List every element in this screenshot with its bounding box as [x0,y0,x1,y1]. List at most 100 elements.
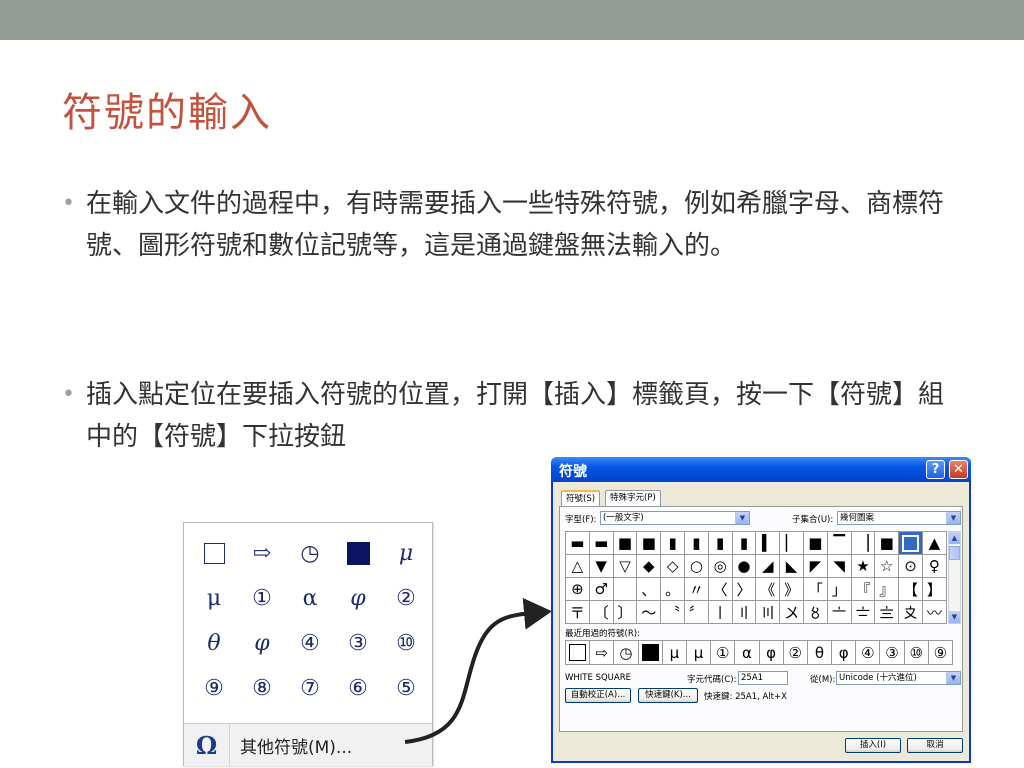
symbol-cell[interactable]: ▽ [613,555,638,578]
gallery-symbol-cell[interactable]: μ [190,576,238,621]
cancel-button[interactable]: 取消 [907,738,963,753]
symbol-cell[interactable]: 〉 [732,578,757,601]
gallery-symbol-cell[interactable]: ③ [334,621,382,666]
gallery-symbol-cell[interactable]: ① [238,576,286,621]
symbol-cell[interactable]: 』 [875,578,900,601]
symbol-cell[interactable]: ⊕ [566,578,590,601]
more-symbols-menu-item[interactable]: Ω 其他符號(M)... [184,723,432,767]
gallery-symbol-cell[interactable]: ⇨ [238,531,286,576]
symbol-cell[interactable] [899,532,923,555]
gallery-symbol-cell[interactable]: μ [382,531,430,576]
recent-symbol-cell[interactable]: φ [759,641,784,665]
symbol-cell[interactable]: ● [732,555,757,578]
symbol-cell[interactable]: ◥ [827,555,852,578]
symbol-cell[interactable]: 」 [827,578,852,601]
symbol-cell[interactable]: 》 [780,578,804,601]
symbol-cell[interactable]: ▔ [827,532,852,555]
recent-symbol-cell[interactable]: ① [711,641,736,665]
symbol-cell[interactable]: 】 [922,578,947,601]
symbol-cell[interactable]: 〞 [684,601,709,624]
symbol-cell[interactable]: △ [566,555,590,578]
gallery-symbol-cell[interactable]: ⑦ [286,666,334,711]
symbol-cell[interactable]: 。 [661,578,685,601]
shortcut-key-button[interactable]: 快速鍵(K)... [638,688,698,703]
gallery-symbol-cell[interactable]: φ [238,621,286,666]
symbol-cell[interactable]: 【 [899,578,923,601]
gallery-symbol-cell[interactable]: θ [190,621,238,666]
symbol-cell[interactable]: ▮ [732,532,757,555]
symbol-cell[interactable]: 〧 [851,601,876,624]
gallery-symbol-cell[interactable]: α [286,576,334,621]
recent-symbol-cell[interactable]: μ [686,641,712,665]
gallery-symbol-cell[interactable]: ④ [286,621,334,666]
gallery-symbol-cell[interactable]: ② [382,576,430,621]
symbol-cell[interactable]: 〩 [899,601,923,624]
symbol-cell[interactable]: 〰 [922,601,947,624]
symbol-cell[interactable]: 〨 [875,601,900,624]
from-select[interactable]: Unicode (十六進位) ▼ [836,671,961,685]
symbol-cell[interactable]: ○ [684,555,709,578]
symbol-cell[interactable]: ◎ [708,555,733,578]
symbol-cell[interactable]: 〃 [684,578,709,601]
recent-symbol-cell[interactable]: ⑩ [904,641,929,665]
symbol-cell[interactable] [613,578,638,601]
symbol-cell[interactable]: ▬ [566,532,590,555]
symbol-cell[interactable]: ◇ [661,555,685,578]
symbol-cell[interactable]: 〔 [589,601,614,624]
gallery-symbol-cell[interactable]: ◷ [286,531,334,576]
help-button[interactable]: ? [926,460,945,479]
symbol-cell[interactable]: ★ [851,555,876,578]
subset-select[interactable]: 幾何圖案 ▼ [837,511,961,525]
symbol-cell[interactable]: ▬ [589,532,614,555]
symbol-cell[interactable]: ♀ [922,555,947,578]
symbol-cell[interactable]: 「 [803,578,828,601]
gallery-symbol-cell[interactable]: ⑧ [238,666,286,711]
recent-symbol-cell[interactable]: ⇨ [590,641,615,665]
symbol-cell[interactable]: 、 [637,578,662,601]
symbol-cell[interactable]: 〈 [708,578,733,601]
tab-special-characters[interactable]: 特殊字元(P) [605,490,661,506]
recent-symbol-cell[interactable] [566,641,591,665]
scroll-up-icon[interactable]: ▲ [949,532,960,544]
gallery-symbol-cell[interactable]: ⑩ [382,621,430,666]
recent-symbol-cell[interactable] [638,641,663,665]
recent-symbol-cell[interactable]: ④ [856,641,881,665]
gallery-symbol-cell[interactable]: ⑥ [334,666,382,711]
close-button[interactable]: ✕ [949,460,968,479]
gallery-symbol-cell[interactable]: φ [334,576,382,621]
symbol-cell[interactable]: ◆ [637,555,662,578]
symbol-grid-scrollbar[interactable]: ▲ ▼ [948,531,961,624]
symbol-cell[interactable]: 〦 [827,601,852,624]
symbol-cell[interactable]: 〝 [661,601,685,624]
recent-symbol-cell[interactable]: θ [807,641,833,665]
tab-symbols[interactable]: 符號(S) [561,490,601,507]
symbol-cell[interactable]: ▲ [922,532,947,555]
symbol-cell[interactable]: 〡 [708,601,733,624]
symbol-cell[interactable]: ▕ [851,532,876,555]
recent-symbol-cell[interactable]: μ [662,641,687,665]
gallery-symbol-cell[interactable] [190,531,238,576]
symbol-cell[interactable]: 『 [851,578,876,601]
symbol-cell[interactable]: ■ [637,532,662,555]
recent-symbol-cell[interactable]: α [735,641,760,665]
symbol-cell[interactable]: ■ [803,532,828,555]
symbol-cell[interactable]: 〤 [780,601,804,624]
symbol-cell[interactable]: ■ [875,532,900,555]
symbol-cell[interactable]: ▍ [756,532,781,555]
gallery-symbol-cell[interactable]: ⑨ [190,666,238,711]
symbol-cell[interactable]: 《 [756,578,781,601]
symbol-cell[interactable]: ⊙ [899,555,923,578]
recent-symbol-cell[interactable]: ◷ [614,641,639,665]
symbol-cell[interactable]: 〢 [732,601,757,624]
font-select[interactable]: (一般文字) ▼ [600,511,750,525]
recent-symbol-cell[interactable]: ⑨ [928,641,953,665]
symbol-cell[interactable]: ～ [637,601,662,624]
symbol-cell[interactable]: ▮ [661,532,685,555]
gallery-symbol-cell[interactable] [334,531,382,576]
recent-symbol-cell[interactable]: ② [783,641,808,665]
symbol-cell[interactable]: ▮ [708,532,733,555]
insert-button[interactable]: 插入(I) [845,738,901,753]
symbol-cell[interactable]: ♂ [589,578,614,601]
symbol-cell[interactable]: 〒 [566,601,590,624]
gallery-symbol-cell[interactable]: ⑤ [382,666,430,711]
